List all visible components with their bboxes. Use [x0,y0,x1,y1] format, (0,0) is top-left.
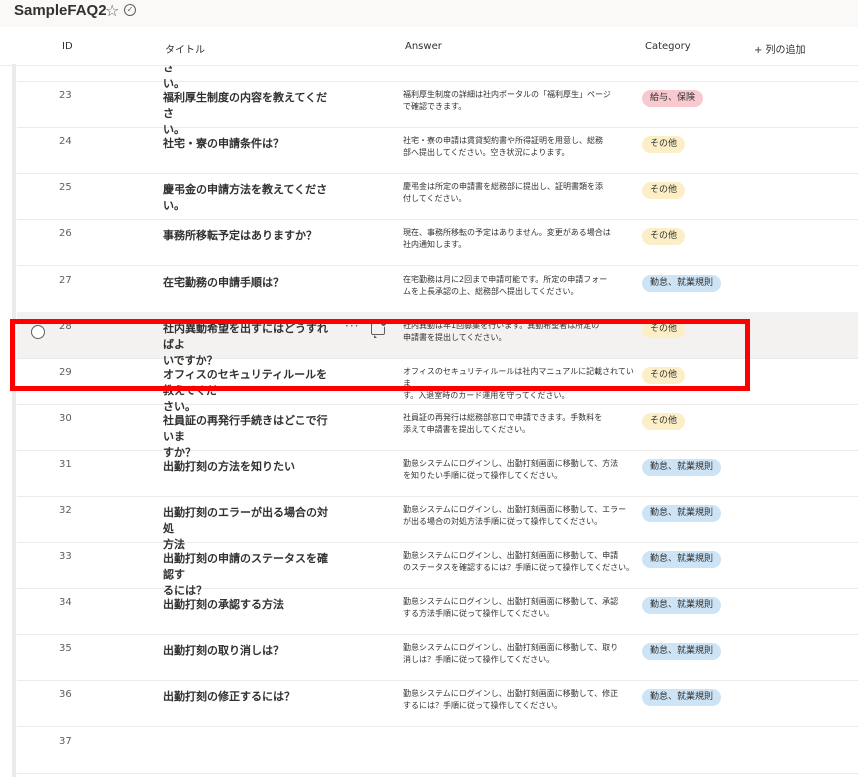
cell-id: 31 [59,458,72,470]
table-row[interactable]: 26 事務所移転予定はありますか？ 現在、事務所移転の予定はありません。変更がある場… [17,219,858,267]
star-outline-icon[interactable]: ☆ [105,1,119,20]
table-row[interactable]: 29 オフィスのセキュリティルールを教えてくだ さい。 オフィスのセキュリティルール… [17,358,858,413]
category-badge: 勤怠、就業規則 [642,274,722,292]
cell-answer: 現在、事務所移転の予定はありません。変更がある場合は 社内通知します。 [403,228,611,250]
cell-answer: 在宅勤務は月に2回まで申請可能です。所定の申請フォー ムを上長承認の上、総務部へ… [403,274,608,296]
table-row[interactable]: 30 社員証の再発行手続きはどこで行いま すか？ 社員証の再発行は総務部窓口で申請で… [17,404,858,459]
cell-id: 37 [59,735,72,747]
category-badge: 勤怠、就業規則 [642,643,722,661]
category-badge: その他 [642,412,686,430]
table-row[interactable]: 31 出勤打刻の方法を知りたい 勤怠システムにログインし、出勤打刻画面に移動して、方… [17,450,858,497]
cell-answer: 社員証の再発行は総務部窓口で申請できます。手数料を 添えて申請書を提出してくださ… [403,412,603,434]
row-select-radio[interactable] [31,324,45,339]
table-row[interactable]: 33 出勤打刻の申請のステータスを確認す るには？ 勤怠システムにログインし、出勤打… [17,542,858,597]
cell-answer: 勤怠システムにログインし、出勤打刻画面に移動して、修正 するには？手順に従って操… [403,689,619,711]
category-badge: 勤怠、就業規則 [642,458,722,476]
column-header-category[interactable]: Category [645,41,691,52]
category-badge: 勤怠、就業規則 [642,597,722,615]
cell-title[interactable]: 出勤打刻の修正するには？ [163,689,335,705]
column-header-answer[interactable]: Answer [405,41,442,52]
category-badge: 給与、保険 [642,90,704,108]
column-header-id[interactable]: ID [62,41,73,52]
table-row[interactable]: 35 出勤打刻の取り消しは？ 勤怠システムにログインし、出勤打刻画面に移動して、取り… [17,634,858,682]
column-header-title[interactable]: タイトル [165,41,205,56]
cell-title[interactable]: 出勤打刻の方法を知りたい [163,459,335,475]
list-grid: 22社内WiFiの接続方法を教えてくださ い。社内WiFiの接続方法はITポータ… [0,66,858,777]
table-row[interactable]: 25 慶弔金の申請方法を教えてください。 慶弔金は所定の申請書を総務部に提出し、証明… [17,173,858,221]
cell-id: 26 [59,228,72,240]
cell-answer: 勤怠システムにログインし、出勤打刻画面に移動して、承認 する方法手順に従って操作… [403,597,619,619]
column-header-row: ID タイトル Answer Category + 列の追加 [0,29,858,66]
cell-answer: 社内異動は年1回募集を行います。異動希望者は所定の 申請書を提出してください。 [403,320,600,342]
table-row[interactable]: 28 社内異動希望を出すにはどうすればよ いですか？ ··· 社内異動は年1回募集を行… [17,311,858,367]
cell-answer: 勤怠システムにログインし、出勤打刻画面に移動して、方法 を知りたい手順に従って操… [403,458,619,480]
cell-id: 33 [59,551,72,563]
cell-title[interactable]: 在宅勤務の申請手順は？ [163,275,335,291]
table-row[interactable]: 27 在宅勤務の申請手順は？ 在宅勤務は月に2回まで申請可能です。所定の申請フォー … [17,266,858,313]
category-badge: 勤怠、就業規則 [642,505,722,522]
cell-id: 24 [59,136,72,148]
cell-id: 28 [59,320,72,332]
category-badge: その他 [642,136,686,154]
table-row[interactable]: 32 出勤打刻のエラーが出る場合の対処 方法 勤怠システムにログインし、出勤打刻画面… [17,496,858,551]
table-row[interactable]: 37 [17,727,858,774]
table-row[interactable]: 24 社宅・寮の申請条件は？ 社宅・寮の申請は賃貸契約書や所得証明を用意し、総務 部… [17,127,858,175]
category-badge: その他 [642,182,686,200]
cell-answer: 福利厚生制度の詳細は社内ポータルの「福利厚生」ページ で確認できます。 [403,90,611,112]
info-circle-icon[interactable]: ✓ [124,4,136,16]
cell-id: 27 [59,274,72,286]
cell-id: 36 [59,689,72,701]
cell-id: 25 [59,182,72,194]
more-actions-icon[interactable]: ··· [345,319,359,333]
list-header-bar: SampleFAQ2 ☆ ✓ [0,0,858,27]
cell-answer: 勤怠システムにログインし、出勤打刻画面に移動して、申請 のステータスを確認するに… [403,551,635,573]
comment-icon[interactable] [371,319,387,338]
cell-title[interactable]: 事務所移転予定はありますか？ [163,228,335,244]
cell-title[interactable]: 慶弔金の申請方法を教えてください。 [163,182,335,214]
table-row[interactable]: 23 福利厚生制度の内容を教えてくださ い。 福利厚生制度の詳細は社内ポータルの「福… [17,81,858,136]
category-badge: その他 [642,366,686,384]
cell-id: 30 [59,412,72,424]
cell-id: 23 [59,90,72,102]
category-badge: 勤怠、就業規則 [642,551,722,569]
cell-id: 34 [59,597,72,609]
cell-id: 29 [59,366,72,378]
cell-answer: 勤怠システムにログインし、出勤打刻画面に移動して、エラー が出る場合の対処方法手… [403,505,627,526]
add-column-button[interactable]: + 列の追加 [754,41,806,56]
cell-title[interactable]: 出勤打刻の承認する方法 [163,597,335,613]
cell-answer: オフィスのセキュリティルールは社内マニュアルに記載されていま す。入退室時のカー… [403,366,634,400]
cell-title[interactable]: 出勤打刻の取り消しは？ [163,643,335,659]
cell-answer: 社宅・寮の申請は賃貸契約書や所得証明を用意し、総務 部へ提出してください。空き状… [403,136,603,158]
category-badge: その他 [642,228,686,246]
table-row[interactable]: 22社内WiFiの接続方法を教えてくださ い。社内WiFiの接続方法はITポータ… [17,66,858,90]
category-badge: その他 [642,320,686,338]
cell-id: 32 [59,505,72,516]
cell-answer: 社内WiFiの接続方法はITポータルに記載されています。 不明な場合はヘルプデス… [403,66,641,67]
category-badge: 勤怠、就業規則 [642,689,722,707]
cell-answer: 勤怠システムにログインし、出勤打刻画面に移動して、取り 消しは？手順に従って操作… [403,643,619,665]
table-row[interactable]: 34 出勤打刻の承認する方法 勤怠システムにログインし、出勤打刻画面に移動して、承認… [17,588,858,636]
cell-id: 35 [59,643,72,655]
table-row[interactable]: 36 出勤打刻の修正するには？ 勤怠システムにログインし、出勤打刻画面に移動して、修… [17,680,858,728]
list-title[interactable]: SampleFAQ2 [14,2,107,19]
cell-title[interactable]: 社宅・寮の申請条件は？ [163,136,335,152]
cell-answer: 慶弔金は所定の申請書を総務部に提出し、証明書類を添 付してください。 [403,182,603,204]
